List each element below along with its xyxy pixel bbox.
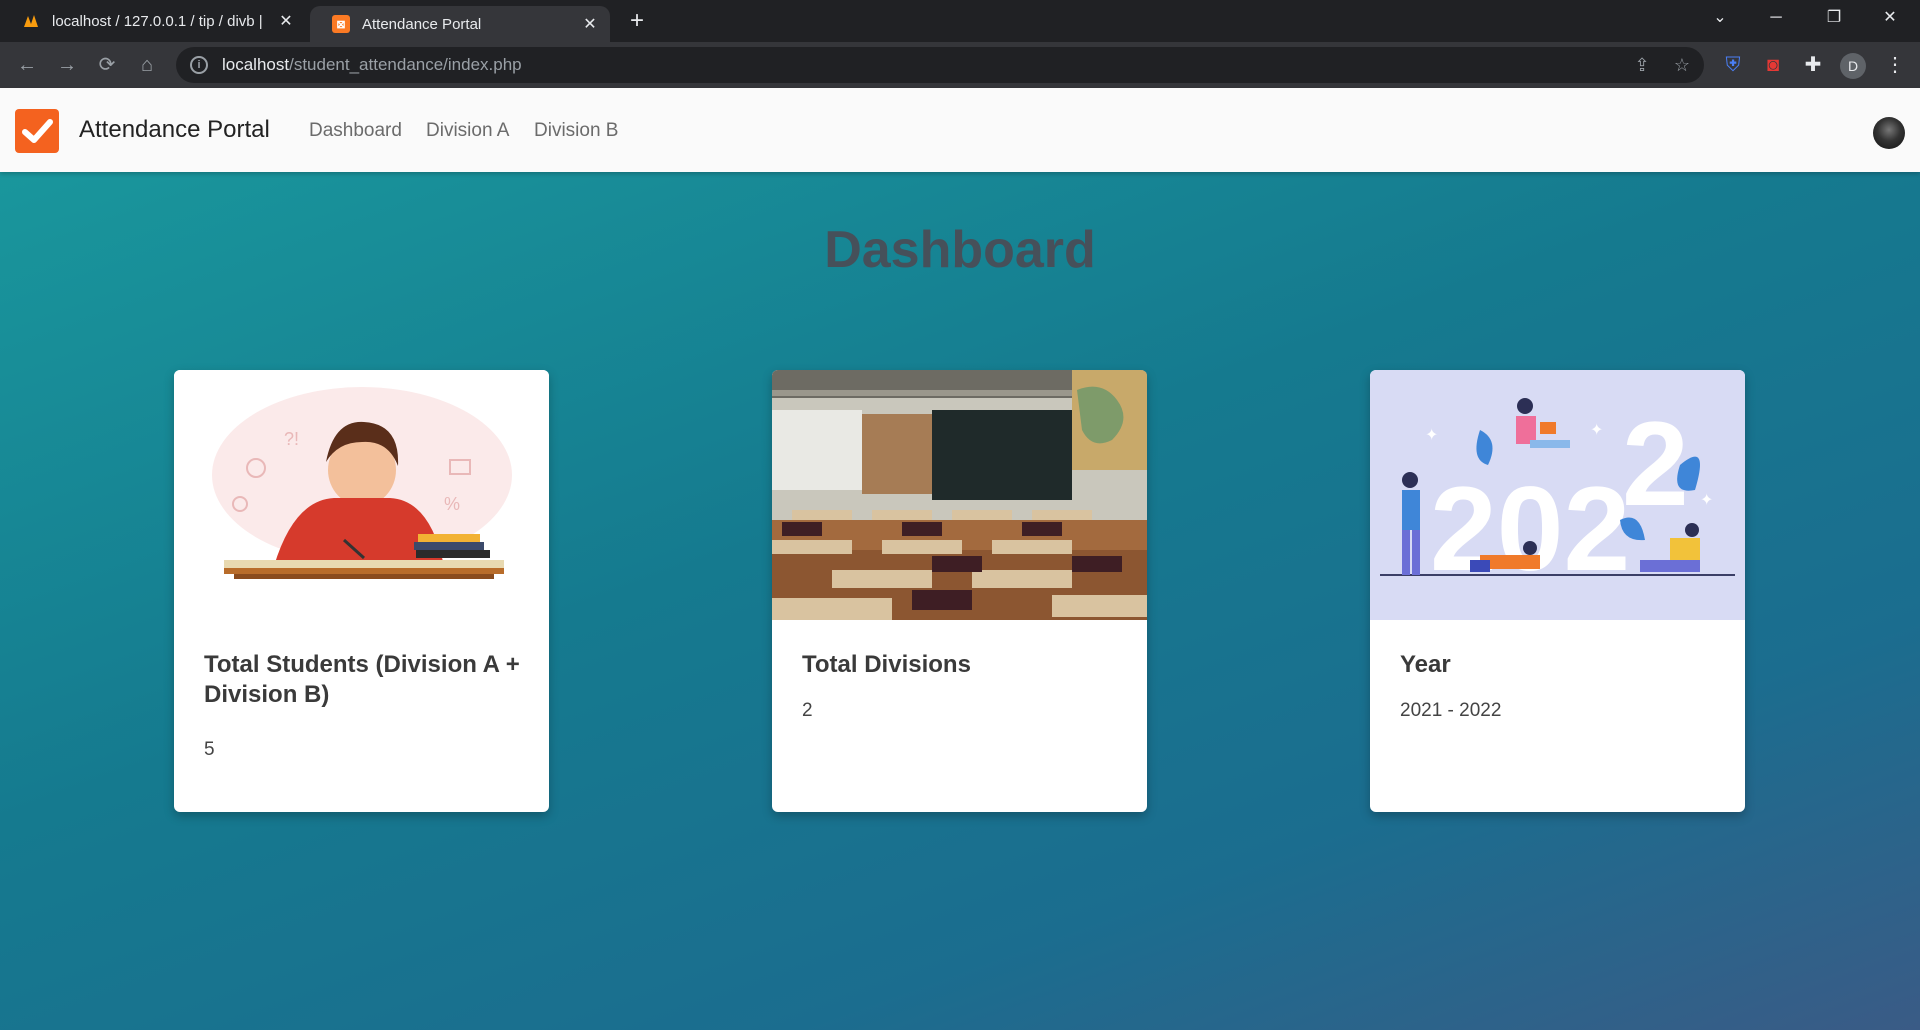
page-title: Dashboard bbox=[824, 221, 1096, 279]
tab-phpmyadmin[interactable]: localhost / 127.0.0.1 / tip / divb | ✕ bbox=[0, 0, 306, 42]
restore-icon[interactable]: ❐ bbox=[1806, 0, 1862, 36]
extensions-puzzle-icon[interactable]: ✚ bbox=[1798, 50, 1828, 80]
extension-pocket-icon[interactable]: ◙ bbox=[1758, 50, 1788, 80]
card-value: 2021 - 2022 bbox=[1400, 700, 1502, 721]
svg-text:%: % bbox=[444, 494, 460, 514]
new-tab-button[interactable]: + bbox=[622, 6, 652, 36]
card-value: 5 bbox=[204, 739, 215, 760]
brand-name[interactable]: Attendance Portal bbox=[79, 116, 270, 144]
url-host: localhost bbox=[222, 55, 290, 74]
site-info-icon[interactable]: i bbox=[190, 56, 208, 74]
year-2022-illustration: 202 2 ✦ ✦ ✦ bbox=[1370, 370, 1745, 620]
tab-attendance-portal[interactable]: ⊠ Attendance Portal ✕ bbox=[310, 6, 610, 42]
browser-profile-avatar[interactable]: D bbox=[1840, 53, 1866, 79]
extension-shield-icon[interactable]: ⛨ bbox=[1718, 50, 1748, 80]
close-tab-icon[interactable]: ✕ bbox=[582, 14, 598, 34]
student-studying-illustration: ?! % bbox=[174, 370, 549, 620]
window-close-icon[interactable]: ✕ bbox=[1862, 0, 1918, 36]
xampp-icon: ⊠ bbox=[332, 15, 350, 33]
card-total-divisions: Total Divisions 2 bbox=[772, 370, 1147, 812]
tab-search-icon[interactable]: ⌄ bbox=[1692, 0, 1748, 36]
browser-menu-icon[interactable]: ⋮ bbox=[1880, 50, 1910, 80]
nav-link-division-a[interactable]: Division A bbox=[426, 120, 509, 142]
reload-icon[interactable]: ⟳ bbox=[92, 50, 122, 80]
browser-toolbar: ← → ⟳ ⌂ i localhost/student_attendance/i… bbox=[0, 42, 1920, 88]
close-tab-icon[interactable]: ✕ bbox=[278, 11, 294, 31]
bookmark-star-icon[interactable]: ☆ bbox=[1668, 47, 1696, 83]
home-icon[interactable]: ⌂ bbox=[132, 50, 162, 80]
card-title: Year bbox=[1400, 651, 1451, 678]
tab-title: Attendance Portal bbox=[362, 15, 482, 33]
tab-title: localhost / 127.0.0.1 / tip / divb | bbox=[52, 12, 263, 30]
forward-icon[interactable]: → bbox=[52, 50, 82, 80]
card-year: 202 2 ✦ ✦ ✦ Year 2021 - 2022 bbox=[1370, 370, 1745, 812]
page-body: Attendance Portal Dashboard Division A D… bbox=[0, 88, 1920, 1030]
card-title: Total Students (Division A + Division B) bbox=[204, 651, 520, 708]
share-icon[interactable]: ⇪ bbox=[1628, 47, 1656, 83]
card-title: Total Divisions bbox=[802, 651, 971, 678]
back-icon[interactable]: ← bbox=[12, 50, 42, 80]
svg-text:✦: ✦ bbox=[1590, 422, 1603, 439]
checkmark-logo-icon[interactable] bbox=[15, 109, 59, 153]
nav-link-dashboard[interactable]: Dashboard bbox=[309, 120, 402, 142]
card-value: 2 bbox=[802, 700, 813, 721]
svg-text:⊠: ⊠ bbox=[336, 19, 345, 31]
nav-link-division-b[interactable]: Division B bbox=[534, 120, 618, 142]
svg-text:2: 2 bbox=[1622, 397, 1689, 531]
classroom-photo bbox=[772, 370, 1147, 620]
minimize-icon[interactable]: ─ bbox=[1748, 0, 1804, 36]
address-bar[interactable]: i localhost/student_attendance/index.php… bbox=[176, 47, 1704, 83]
svg-text:✦: ✦ bbox=[1425, 427, 1438, 444]
site-navbar: Attendance Portal Dashboard Division A D… bbox=[0, 88, 1920, 172]
phpmyadmin-icon bbox=[24, 15, 38, 27]
card-total-students: ?! % Total Students (Division A + Divisi… bbox=[174, 370, 549, 812]
svg-text:?!: ?! bbox=[284, 429, 299, 449]
svg-text:✦: ✦ bbox=[1700, 492, 1713, 509]
url-path: /student_attendance/index.php bbox=[289, 55, 522, 74]
user-avatar[interactable] bbox=[1873, 117, 1905, 149]
browser-tab-bar: localhost / 127.0.0.1 / tip / divb | ✕ ⊠… bbox=[0, 0, 1920, 42]
